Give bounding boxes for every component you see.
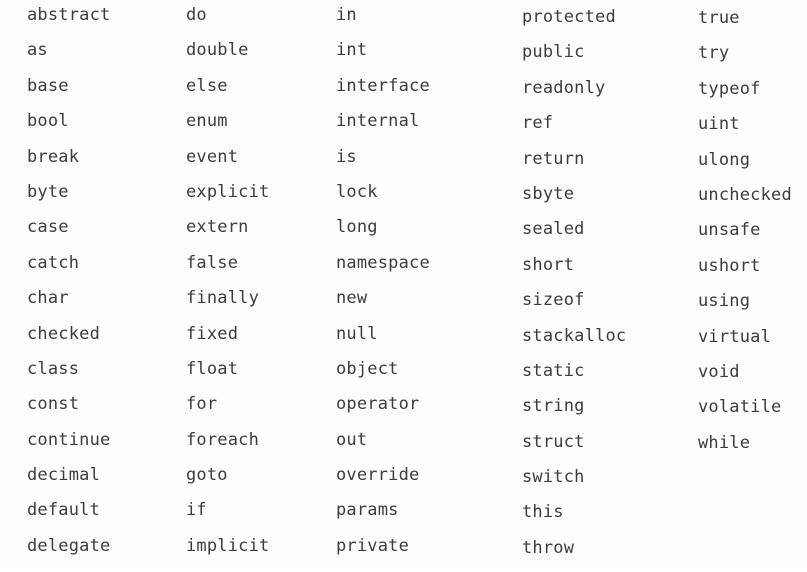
keyword-column-2: do double else enum event explicit extern false…	[186, 4, 361, 570]
keyword-column-1: abstract as base bool break byte case catch char…	[27, 4, 202, 570]
keyword-item: checked	[27, 323, 101, 344]
keyword-item: implicit	[186, 535, 270, 556]
keyword-item: foreach	[186, 429, 260, 450]
keyword-item: true	[698, 8, 740, 28]
keyword-item: abstract	[27, 5, 111, 25]
keyword-item: internal	[336, 111, 420, 132]
keyword-item: finally	[186, 288, 260, 309]
keyword-item: as	[27, 40, 48, 61]
keyword-item: unchecked	[698, 184, 792, 205]
keyword-item: default	[27, 500, 101, 521]
keyword-item: throw	[522, 537, 575, 558]
keyword-item: class	[27, 358, 80, 379]
keyword-item: uint	[698, 114, 740, 135]
keyword-item: sizeof	[522, 290, 585, 311]
keyword-item: false	[186, 252, 239, 273]
keyword-item: delegate	[27, 535, 111, 556]
keyword-item: long	[336, 217, 378, 238]
keyword-item: int	[336, 40, 368, 61]
keyword-item: using	[698, 291, 751, 312]
keyword-item: volatile	[698, 397, 782, 418]
keyword-item: continue	[27, 429, 111, 450]
keyword-item: stackalloc	[522, 325, 627, 346]
keyword-item: ref	[522, 113, 554, 134]
keyword-column-4: protected public readonly ref return sbyte sea…	[522, 6, 697, 572]
keyword-item: char	[27, 288, 69, 309]
keyword-item: ushort	[698, 255, 761, 276]
keyword-item: override	[336, 465, 420, 486]
keyword-item: is	[336, 146, 357, 167]
keyword-item: short	[522, 254, 575, 275]
keyword-item: switch	[522, 467, 585, 488]
keyword-item: lock	[336, 181, 378, 202]
keyword-item: do	[186, 5, 207, 25]
keyword-item: double	[186, 40, 249, 61]
keyword-item: sbyte	[522, 183, 575, 204]
keyword-item: public	[522, 42, 585, 63]
keyword-item: params	[336, 500, 399, 521]
keyword-item: while	[698, 432, 751, 453]
keyword-item: for	[186, 394, 218, 415]
keyword-item: else	[186, 75, 228, 96]
keyword-item: in	[336, 5, 357, 25]
keyword-item: break	[27, 146, 80, 167]
keyword-item: out	[336, 429, 368, 450]
keyword-column-5: true try typeof uint ulong unchecked unsafe ush…	[698, 7, 807, 467]
keyword-item: explicit	[186, 181, 270, 202]
keyword-item: fixed	[186, 323, 239, 344]
keyword-item: return	[522, 148, 585, 169]
keyword-item: byte	[27, 181, 69, 202]
keyword-item: case	[27, 217, 69, 238]
keyword-column-3: in int interface internal is lock long namespac…	[336, 4, 511, 570]
keyword-item: const	[27, 394, 80, 415]
keyword-item: namespace	[336, 252, 430, 273]
keyword-item: enum	[186, 111, 228, 132]
keyword-item: typeof	[698, 78, 761, 99]
keyword-item: ulong	[698, 149, 751, 170]
keyword-item: new	[336, 288, 368, 309]
keyword-item: readonly	[522, 77, 606, 98]
keyword-item: protected	[522, 7, 616, 27]
keyword-table: abstract as base bool break byte case catch char…	[0, 0, 807, 566]
keyword-item: object	[336, 358, 399, 379]
keyword-item: sealed	[522, 219, 585, 240]
keyword-item: virtual	[698, 326, 772, 347]
keyword-item: private	[336, 535, 410, 556]
keyword-item: goto	[186, 465, 228, 486]
keyword-item: operator	[336, 394, 420, 415]
keyword-item: if	[186, 500, 207, 521]
keyword-item: extern	[186, 217, 249, 238]
keyword-item: base	[27, 75, 69, 96]
keyword-item: catch	[27, 252, 80, 273]
keyword-item: static	[522, 360, 585, 381]
keyword-item: null	[336, 323, 378, 344]
keyword-item: string	[522, 396, 585, 417]
keyword-item: bool	[27, 111, 69, 132]
keyword-item: event	[186, 146, 239, 167]
keyword-item: decimal	[27, 465, 101, 486]
keyword-item: void	[698, 361, 740, 382]
keyword-item: this	[522, 502, 564, 523]
keyword-item: interface	[336, 75, 430, 96]
keyword-item: try	[698, 43, 730, 64]
keyword-item: struct	[522, 431, 585, 452]
keyword-item: float	[186, 358, 239, 379]
keyword-item: unsafe	[698, 220, 761, 241]
